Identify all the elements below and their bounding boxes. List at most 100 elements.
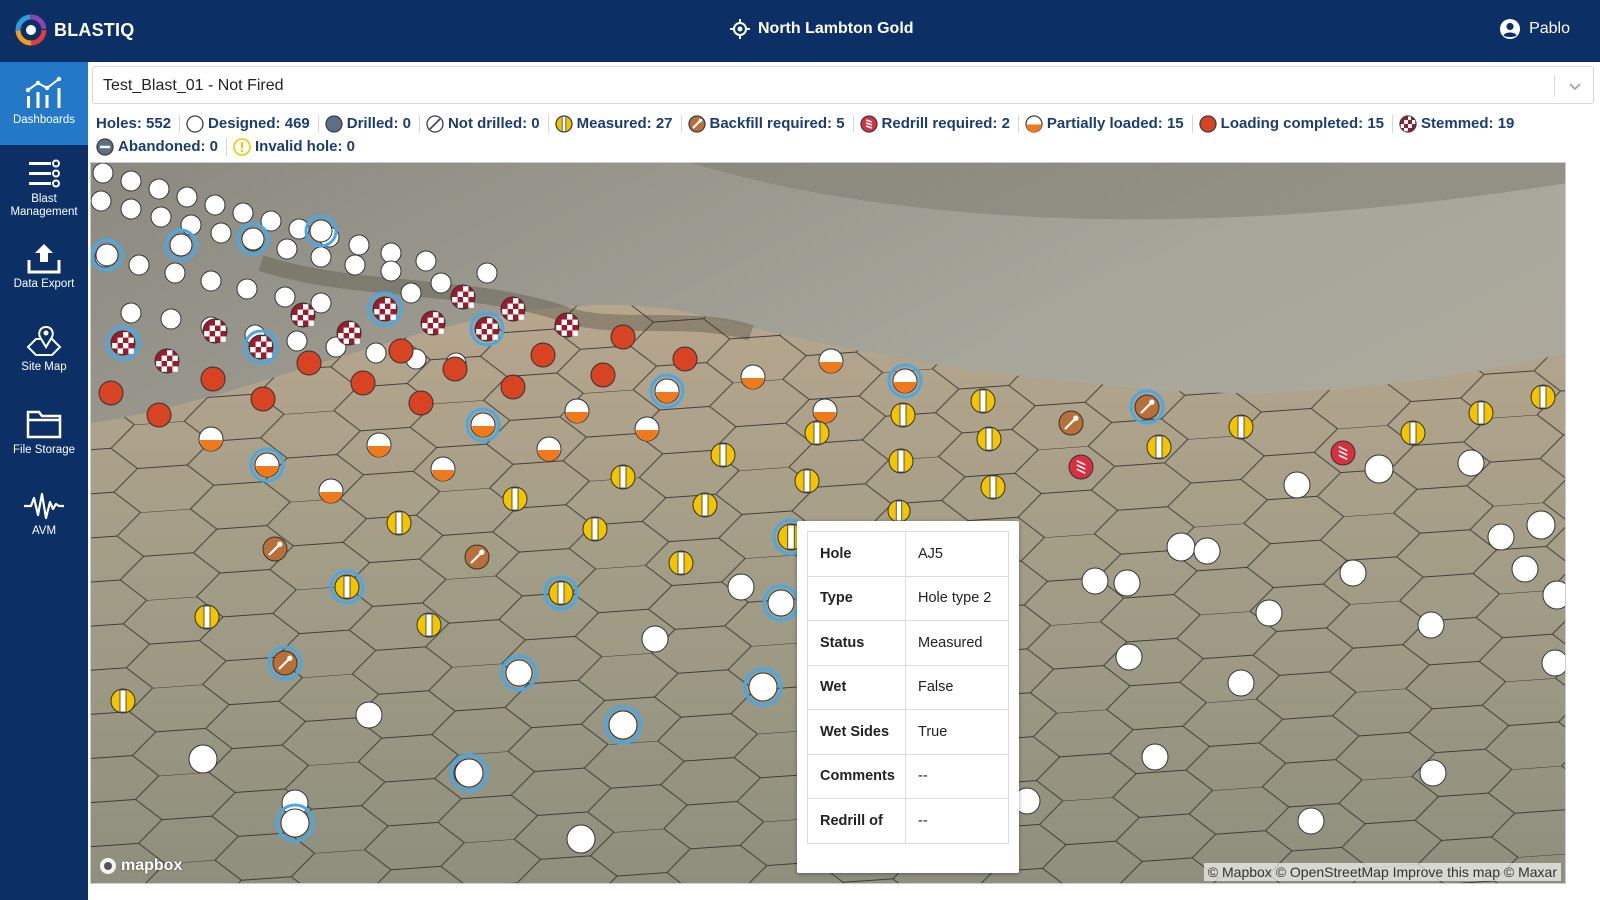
partial-hole-marker[interactable] bbox=[649, 373, 685, 409]
redrill-hole-marker[interactable] bbox=[1330, 440, 1356, 466]
designed-hole-marker[interactable] bbox=[164, 262, 186, 284]
designed-hole-marker[interactable] bbox=[236, 278, 258, 300]
designed-hole-marker[interactable] bbox=[500, 654, 538, 692]
designed-hole-marker[interactable] bbox=[92, 163, 114, 184]
measured-hole-marker[interactable] bbox=[710, 442, 736, 468]
blast-select[interactable]: Test_Blast_01 - Not Fired bbox=[92, 66, 1594, 104]
loaded-hole-marker[interactable] bbox=[350, 370, 376, 396]
designed-hole-marker[interactable] bbox=[176, 186, 198, 208]
stemmed-hole-marker[interactable] bbox=[367, 291, 403, 327]
designed-hole-marker[interactable] bbox=[348, 234, 370, 256]
designed-hole-marker[interactable] bbox=[1227, 669, 1255, 697]
measured-hole-marker[interactable] bbox=[887, 499, 911, 523]
designed-hole-marker[interactable] bbox=[1419, 759, 1447, 787]
stemmed-hole-marker[interactable] bbox=[105, 325, 141, 361]
partial-hole-marker[interactable] bbox=[465, 407, 501, 443]
measured-hole-marker[interactable] bbox=[668, 550, 694, 576]
sidebar-item-site-map[interactable]: Site Map bbox=[0, 311, 88, 394]
partial-hole-marker[interactable] bbox=[740, 364, 766, 390]
partial-hole-marker[interactable] bbox=[198, 426, 224, 452]
measured-hole-marker[interactable] bbox=[610, 464, 636, 490]
designed-hole-marker[interactable] bbox=[200, 270, 222, 292]
partial-hole-marker[interactable] bbox=[818, 348, 844, 374]
measured-hole-marker[interactable] bbox=[692, 492, 718, 518]
designed-hole-marker[interactable] bbox=[120, 302, 142, 324]
designed-hole-marker[interactable] bbox=[1297, 807, 1325, 835]
sidebar-item-file-storage[interactable]: File Storage bbox=[0, 394, 88, 477]
loaded-hole-marker[interactable] bbox=[296, 350, 322, 376]
brand-logo[interactable]: BLASTIQ bbox=[14, 13, 134, 47]
loaded-hole-marker[interactable] bbox=[590, 362, 616, 388]
loaded-hole-marker[interactable] bbox=[500, 374, 526, 400]
designed-hole-marker[interactable] bbox=[120, 170, 142, 192]
designed-hole-marker[interactable] bbox=[1364, 454, 1394, 484]
designed-hole-marker[interactable] bbox=[128, 254, 150, 276]
measured-hole-marker[interactable] bbox=[329, 569, 365, 605]
designed-hole-marker[interactable] bbox=[1417, 611, 1445, 639]
designed-hole-marker[interactable] bbox=[274, 286, 296, 308]
stemmed-hole-marker[interactable] bbox=[450, 284, 476, 310]
designed-hole-marker[interactable] bbox=[120, 198, 142, 220]
designed-hole-marker[interactable] bbox=[1115, 643, 1143, 671]
stemmed-hole-marker[interactable] bbox=[290, 302, 316, 328]
measured-hole-marker[interactable] bbox=[1228, 414, 1254, 440]
site-selector[interactable]: North Lambton Gold bbox=[730, 19, 914, 39]
designed-hole-marker[interactable] bbox=[1526, 510, 1556, 540]
designed-hole-marker[interactable] bbox=[1541, 649, 1566, 677]
loaded-hole-marker[interactable] bbox=[250, 386, 276, 412]
designed-hole-marker[interactable] bbox=[380, 242, 402, 264]
designed-hole-marker[interactable] bbox=[1255, 599, 1283, 627]
designed-hole-marker[interactable] bbox=[380, 260, 402, 282]
designed-hole-marker[interactable] bbox=[641, 625, 669, 653]
measured-hole-marker[interactable] bbox=[194, 604, 220, 630]
loaded-hole-marker[interactable] bbox=[610, 324, 636, 350]
redrill-hole-marker[interactable] bbox=[1068, 454, 1094, 480]
partial-hole-marker[interactable] bbox=[564, 398, 590, 424]
designed-hole-marker[interactable] bbox=[236, 222, 270, 256]
stemmed-hole-marker[interactable] bbox=[243, 329, 279, 365]
mapbox-logo[interactable]: mapbox bbox=[99, 857, 182, 875]
partial-hole-marker[interactable] bbox=[536, 436, 562, 462]
backfill-hole-marker[interactable] bbox=[262, 536, 288, 562]
sidebar-item-blast-management[interactable]: Blast Management bbox=[0, 145, 88, 228]
designed-hole-marker[interactable] bbox=[275, 803, 315, 843]
designed-hole-marker[interactable] bbox=[160, 308, 182, 330]
loaded-hole-marker[interactable] bbox=[672, 346, 698, 372]
measured-hole-marker[interactable] bbox=[970, 388, 996, 414]
designed-hole-marker[interactable] bbox=[1511, 555, 1539, 583]
designed-hole-marker[interactable] bbox=[476, 262, 498, 284]
designed-hole-marker[interactable] bbox=[204, 194, 226, 216]
designed-hole-marker[interactable] bbox=[276, 238, 298, 260]
designed-hole-marker[interactable] bbox=[1166, 532, 1196, 562]
designed-hole-marker[interactable] bbox=[164, 228, 198, 262]
measured-hole-marker[interactable] bbox=[888, 448, 914, 474]
stemmed-hole-marker[interactable] bbox=[500, 296, 526, 322]
partial-hole-marker[interactable] bbox=[812, 398, 838, 424]
measured-hole-marker[interactable] bbox=[980, 474, 1006, 500]
designed-hole-marker[interactable] bbox=[1113, 569, 1141, 597]
designed-hole-marker[interactable] bbox=[400, 282, 422, 304]
stemmed-hole-marker[interactable] bbox=[202, 318, 228, 344]
sidebar-item-dashboards[interactable]: Dashboards bbox=[0, 62, 88, 145]
designed-hole-marker[interactable] bbox=[210, 222, 232, 244]
sidebar-item-data-export[interactable]: Data Export bbox=[0, 228, 88, 311]
loaded-hole-marker[interactable] bbox=[200, 366, 226, 392]
backfill-hole-marker[interactable] bbox=[1058, 410, 1084, 436]
backfill-hole-marker[interactable] bbox=[267, 645, 303, 681]
designed-hole-marker[interactable] bbox=[1283, 471, 1311, 499]
stemmed-hole-marker[interactable] bbox=[554, 312, 580, 338]
stemmed-hole-marker[interactable] bbox=[420, 310, 446, 336]
measured-hole-marker[interactable] bbox=[1400, 420, 1426, 446]
loaded-hole-marker[interactable] bbox=[146, 402, 172, 428]
designed-hole-marker[interactable] bbox=[91, 190, 112, 212]
designed-hole-marker[interactable] bbox=[1193, 537, 1221, 565]
partial-hole-marker[interactable] bbox=[366, 432, 392, 458]
measured-hole-marker[interactable] bbox=[582, 516, 608, 542]
stemmed-hole-marker[interactable] bbox=[154, 348, 180, 374]
designed-hole-marker[interactable] bbox=[603, 705, 643, 745]
loaded-hole-marker[interactable] bbox=[98, 380, 124, 406]
chevron-down-icon[interactable] bbox=[1567, 78, 1583, 94]
designed-hole-marker[interactable] bbox=[1081, 567, 1109, 595]
blast-map[interactable]: Hole AJ5 Type Hole type 2 Status Measured W… bbox=[90, 162, 1566, 884]
designed-hole-marker[interactable] bbox=[415, 250, 437, 272]
